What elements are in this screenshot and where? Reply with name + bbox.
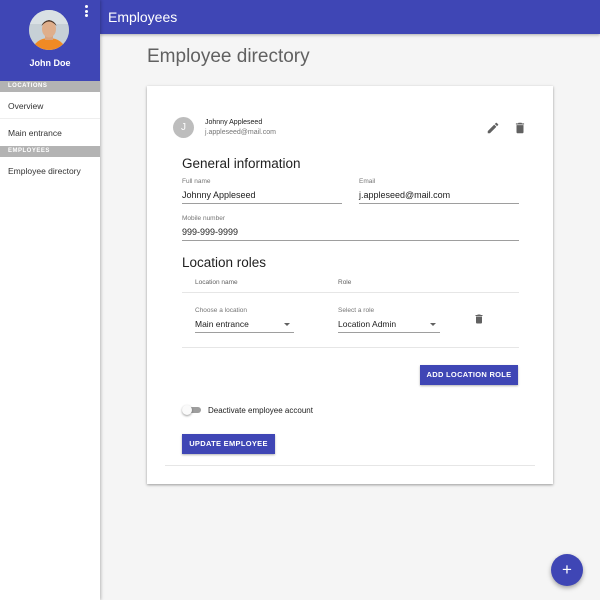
update-employee-button[interactable]: UPDATE EMPLOYEE: [182, 434, 275, 454]
chevron-down-icon: [284, 323, 290, 326]
app-bar-title: Employees: [108, 9, 178, 25]
trash-icon[interactable]: [513, 121, 527, 135]
select-role-label: Select a role: [338, 307, 375, 314]
general-information-heading: General information: [182, 156, 301, 171]
sidebar-header: John Doe: [0, 0, 100, 81]
add-employee-fab[interactable]: +: [551, 554, 583, 586]
mobile-number-field[interactable]: 999-999-9999: [182, 227, 519, 241]
sidebar-section-locations: LOCATIONS: [0, 81, 100, 92]
chevron-down-icon: [430, 323, 436, 326]
role-select-value: Location Admin: [338, 319, 397, 329]
sidebar: John Doe LOCATIONS Overview Main entranc…: [0, 0, 100, 600]
page-title: Employee directory: [147, 46, 310, 67]
role-select[interactable]: Location Admin: [338, 319, 440, 333]
roles-header-divider: [182, 292, 519, 293]
role-column-header: Role: [338, 279, 352, 286]
location-roles-heading: Location roles: [182, 255, 267, 270]
sidebar-item-main-entrance[interactable]: Main entrance: [0, 119, 100, 146]
location-select[interactable]: Main entrance: [195, 319, 294, 333]
roles-row-divider: [182, 347, 519, 348]
deactivate-account-label: Deactivate employee account: [208, 406, 313, 415]
full-name-label: Full name: [182, 178, 211, 185]
employee-card: J Johnny Appleseed j.appleseed@mail.com …: [147, 86, 553, 484]
plus-icon: +: [562, 560, 572, 579]
full-name-field[interactable]: Johnny Appleseed: [182, 190, 342, 204]
mobile-number-label: Mobile number: [182, 215, 225, 222]
email-field[interactable]: j.appleseed@mail.com: [359, 190, 519, 204]
employee-email: j.appleseed@mail.com: [205, 129, 276, 136]
app-bar: Employees: [100, 0, 600, 34]
choose-location-label: Choose a location: [195, 307, 248, 314]
employee-avatar: J: [173, 117, 194, 138]
sidebar-item-employee-directory[interactable]: Employee directory: [0, 157, 100, 184]
location-select-value: Main entrance: [195, 319, 249, 329]
sidebar-item-overview[interactable]: Overview: [0, 92, 100, 119]
user-name: John Doe: [29, 58, 71, 68]
employee-name: Johnny Appleseed: [205, 119, 263, 126]
user-avatar[interactable]: [29, 10, 69, 50]
card-footer-divider: [165, 465, 535, 466]
email-label: Email: [359, 178, 376, 185]
pencil-icon[interactable]: [486, 121, 500, 135]
deactivate-account-toggle[interactable]: [182, 405, 202, 415]
location-name-column-header: Location name: [195, 279, 238, 286]
trash-icon[interactable]: [473, 313, 485, 325]
more-vert-icon[interactable]: [82, 5, 90, 19]
sidebar-section-employees: EMPLOYEES: [0, 146, 100, 157]
add-location-role-button[interactable]: ADD LOCATION ROLE: [420, 365, 518, 385]
